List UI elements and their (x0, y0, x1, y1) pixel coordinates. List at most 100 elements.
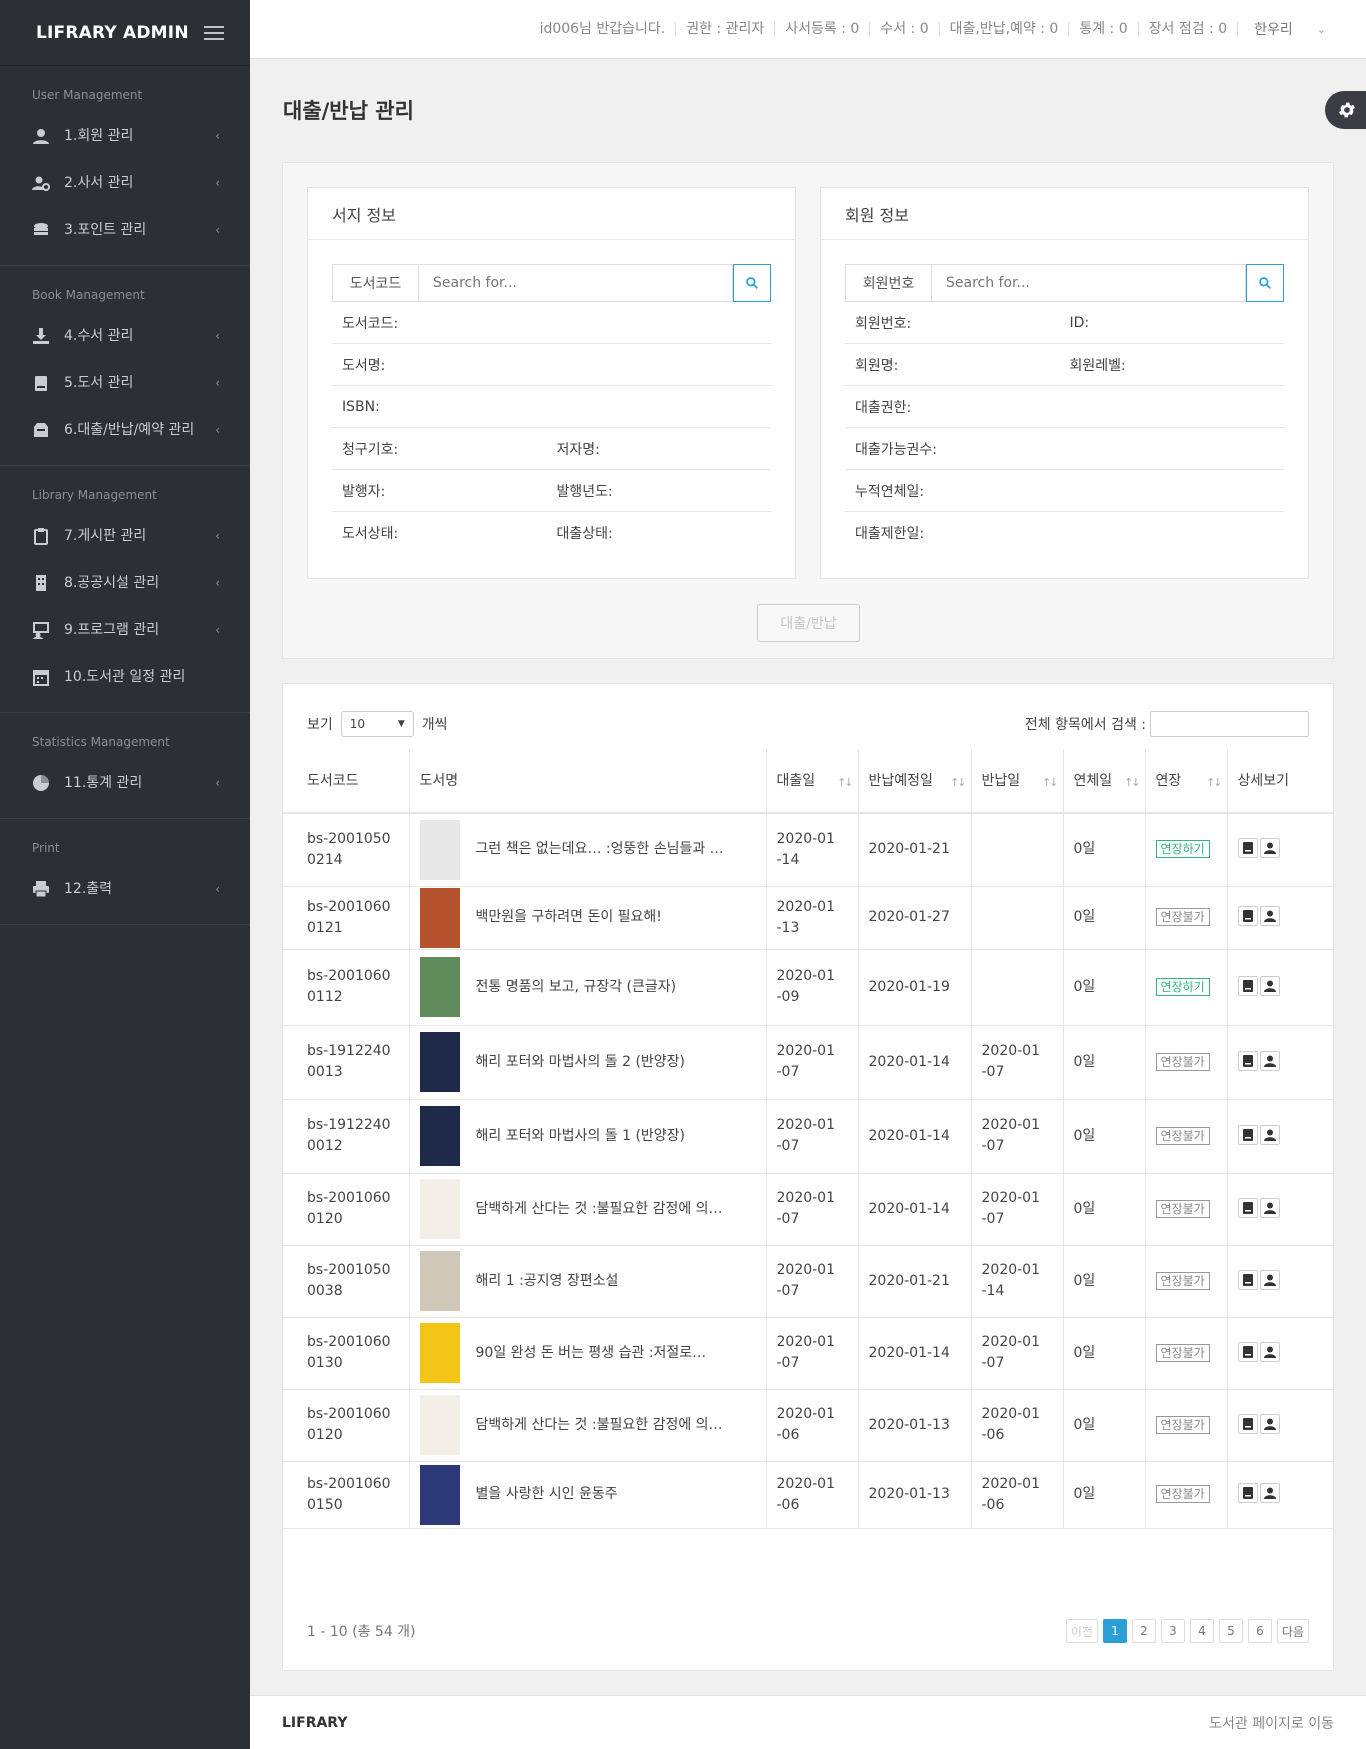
sidebar-item-11[interactable]: 11.통계 관리 ‹ (0, 759, 250, 806)
menu-toggle-icon[interactable] (204, 25, 224, 40)
pager-page-1[interactable]: 1 (1102, 1619, 1127, 1643)
member-search-type[interactable]: 회원번호 (845, 264, 931, 302)
pager-page-3[interactable]: 3 (1160, 1619, 1185, 1643)
sidebar-item-2[interactable]: 2.사서 관리 ‹ (0, 159, 250, 206)
member-detail-icon[interactable] (1259, 1341, 1280, 1362)
topbar-count-loan[interactable]: 대출,반납,예약 : 0 (940, 22, 1070, 36)
pager-page-2[interactable]: 2 (1131, 1619, 1156, 1643)
field-row: 대출권한: (845, 386, 1284, 428)
sort-icon: ↑↓ (1124, 776, 1141, 789)
topbar-count-inventory[interactable]: 장서 점검 : 0 (1139, 22, 1239, 36)
member-detail-icon[interactable] (1259, 1050, 1280, 1071)
member-detail-icon[interactable] (1259, 1483, 1280, 1503)
col-overdue[interactable]: 연체일 ↑↓ (1063, 749, 1146, 814)
user-menu[interactable]: 한우리 (1254, 19, 1293, 39)
pager-page-4[interactable]: 4 (1189, 1619, 1214, 1643)
book-detail-icon[interactable] (1237, 1197, 1258, 1218)
sidebar-item-3[interactable]: 3.포인트 관리 ‹ (0, 206, 250, 253)
settings-gear-icon[interactable] (1325, 91, 1366, 129)
member-detail-icon[interactable] (1259, 906, 1280, 926)
sidebar-item-1[interactable]: 1.회원 관리 ‹ (0, 112, 250, 159)
pager-page-5[interactable]: 5 (1218, 1619, 1243, 1643)
col-extend[interactable]: 연장 ↑↓ (1145, 749, 1228, 814)
book-title-link[interactable]: 별을 사랑한 시인 윤동주 (476, 1484, 740, 1505)
extend-button[interactable]: 연장하기 (1155, 840, 1210, 859)
book-detail-icon[interactable] (1237, 1269, 1258, 1290)
member-search-input[interactable] (931, 264, 1246, 302)
topbar-count-librarian[interactable]: 사서등록 : 0 (775, 22, 871, 36)
col-loan-date[interactable]: 대출일 ↑↓ (766, 749, 859, 814)
book-title-link[interactable]: 해리 포터와 마법사의 돌 1 (반양장) (476, 1126, 740, 1147)
book-detail-icon[interactable] (1237, 1124, 1258, 1145)
loan-return-button[interactable]: 대출/반납 (757, 604, 860, 642)
extend-button[interactable]: 연장하기 (1155, 977, 1210, 996)
member-search-button[interactable] (1246, 264, 1284, 302)
cell-return-date: 2020-01-07 (981, 1117, 1041, 1154)
greeting-text: id006님 반갑습니다. (530, 22, 677, 36)
col-label: 반납일 (981, 772, 1021, 789)
sidebar-item-10[interactable]: 10.도서관 일정 관리‹ (0, 653, 250, 700)
book-detail-icon[interactable] (1237, 975, 1258, 996)
book-detail-icon[interactable] (1237, 1413, 1258, 1434)
book-title-link[interactable]: 백만원을 구하려면 돈이 필요해! (476, 907, 740, 928)
table-row: bs-20010600121 백만원을 구하려면 돈이 필요해! 2020-01-1… (283, 886, 1333, 950)
topbar-count-stats[interactable]: 통계 : 0 (1069, 22, 1139, 36)
table-search-input[interactable] (1150, 711, 1309, 737)
member-detail-icon[interactable] (1259, 838, 1280, 859)
topbar-count-acquisition[interactable]: 수서 : 0 (870, 22, 940, 36)
sidebar-item-9[interactable]: 9.프로그램 관리 ‹ (0, 606, 250, 653)
chevron-left-icon: ‹ (215, 622, 220, 637)
book-search-button[interactable] (733, 264, 771, 302)
field-row: 회원번호: ID: (845, 302, 1284, 344)
book-title-link[interactable]: 그런 책은 없는데요… :엉뚱한 손님들과 … (476, 839, 740, 860)
sort-icon: ↑↓ (1042, 776, 1059, 789)
book-title-link[interactable]: 전통 명품의 보고, 규장각 (큰글자) (476, 977, 740, 998)
field-book-name: 도서명: (342, 357, 386, 374)
member-detail-icon[interactable] (1259, 975, 1280, 996)
chevron-down-icon[interactable]: ⌄ (1317, 23, 1326, 36)
book-title-link[interactable]: 담백하게 산다는 것 :불필요한 감정에 의… (476, 1199, 740, 1220)
sidebar-item-8[interactable]: 8.공공시설 관리 ‹ (0, 559, 250, 606)
field-member-name: 회원명: (855, 357, 899, 374)
cell-book-title: 해리 1 :공지영 장편소설 (419, 1251, 756, 1311)
book-detail-icon[interactable] (1237, 1483, 1258, 1503)
sidebar-item-5[interactable]: 5.도서 관리 ‹ (0, 359, 250, 406)
page-size-select[interactable]: 10 ▼ (340, 711, 414, 737)
sidebar-item-12[interactable]: 12.출력 ‹ (0, 865, 250, 912)
sidebar-item-4[interactable]: 4.수서 관리 ‹ (0, 312, 250, 359)
col-book-name[interactable]: 도서명 (409, 749, 767, 814)
book-search-type[interactable]: 도서코드 (332, 264, 418, 302)
library-page-link[interactable]: 도서관 페이지로 이동 (1209, 1713, 1334, 1733)
pager-next-button[interactable]: 다음 (1276, 1619, 1309, 1643)
table-controls: 보기 10 ▼ 개씩 전체 항목에서 검색 : (307, 710, 1309, 738)
book-title-link[interactable]: 해리 포터와 마법사의 돌 2 (반양장) (476, 1052, 740, 1073)
sidebar-item-label: 3.포인트 관리 (64, 221, 147, 238)
col-book-code[interactable]: 도서코드 (283, 749, 410, 814)
member-detail-icon[interactable] (1259, 1413, 1280, 1434)
pager-page-6[interactable]: 6 (1247, 1619, 1272, 1643)
book-title-link[interactable]: 담백하게 산다는 것 :불필요한 감정에 의… (476, 1415, 740, 1436)
book-title-link[interactable]: 90일 완성 돈 버는 평생 습관 :저절로… (476, 1343, 740, 1364)
book-search-bar: 도서코드 (332, 264, 771, 302)
book-detail-icon[interactable] (1237, 1050, 1258, 1071)
cell-loan-date: 2020-01-13 (776, 898, 836, 936)
member-detail-icon[interactable] (1259, 1124, 1280, 1145)
book-title-link[interactable]: 해리 1 :공지영 장편소설 (476, 1271, 740, 1292)
cell-due-date: 2020-01-27 (868, 909, 950, 925)
book-detail-icon[interactable] (1237, 906, 1258, 926)
footer: LIFRARY 도서관 페이지로 이동 (250, 1695, 1366, 1749)
cell-due-date: 2020-01-21 (868, 841, 950, 858)
member-detail-icon[interactable] (1259, 1197, 1280, 1218)
book-detail-icon[interactable] (1237, 838, 1258, 859)
field-loan-status: 대출상태: (556, 526, 613, 542)
col-due-date[interactable]: 반납예정일 ↑↓ (858, 749, 972, 814)
member-detail-icon[interactable] (1259, 1269, 1280, 1290)
librarian-icon (32, 174, 50, 192)
cell-return-date: 2020-01-06 (981, 1406, 1041, 1443)
book-detail-icon[interactable] (1237, 1341, 1258, 1362)
sidebar-item-6[interactable]: 6.대출/반납/예약 관리 ‹ (0, 406, 250, 453)
sidebar-item-7[interactable]: 7.게시판 관리 ‹ (0, 512, 250, 559)
field-book-status: 도서상태: (342, 526, 399, 542)
book-search-input[interactable] (418, 264, 733, 302)
col-return-date[interactable]: 반납일 ↑↓ (971, 749, 1064, 814)
